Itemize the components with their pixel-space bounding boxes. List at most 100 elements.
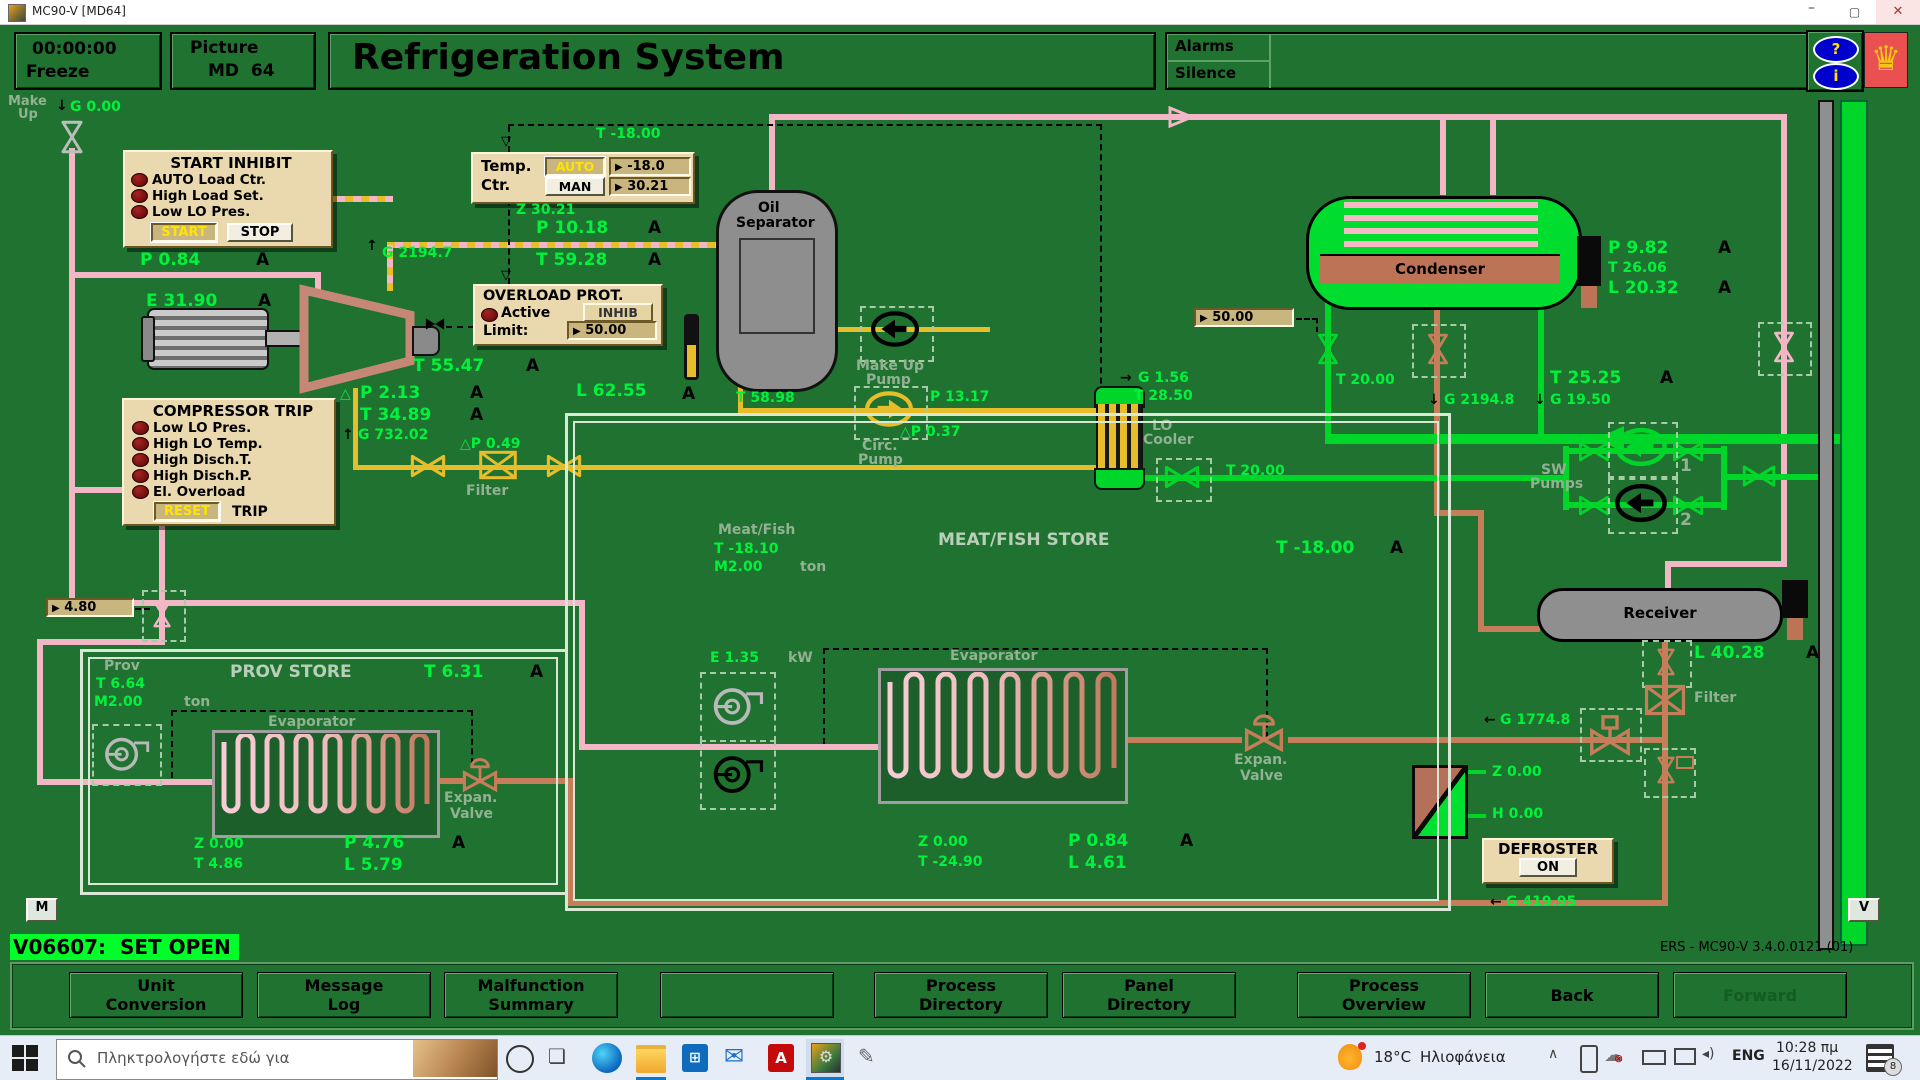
receiver-label: Receiver	[1623, 604, 1696, 622]
ctl-arrow1: ▽	[501, 134, 511, 149]
nav-message-log[interactable]: MessageLog	[257, 972, 431, 1018]
sw-valve-2a[interactable]	[1578, 495, 1610, 516]
oil-filter[interactable]	[477, 450, 519, 480]
cap-setpoint-field[interactable]: ▶ 30.21	[609, 177, 691, 196]
info-icon[interactable]: i	[1813, 63, 1859, 90]
defrost-h: H 0.00	[1492, 806, 1543, 822]
tray-time[interactable]: 10:28 πμ	[1776, 1040, 1838, 1056]
condenser-label: Condenser	[1395, 260, 1485, 278]
reset-button[interactable]: RESET	[154, 502, 220, 521]
nav-malfunction-summary[interactable]: MalfunctionSummary	[444, 972, 618, 1018]
prov-evap-level: L 5.79	[344, 855, 403, 875]
minimize-button[interactable]: –	[1790, 0, 1833, 24]
start-button[interactable]	[12, 1045, 38, 1071]
oil-level-mode: A	[682, 384, 695, 404]
acrobat-icon[interactable]: A	[768, 1044, 794, 1072]
remote-setpoint: T -18.00	[596, 126, 661, 142]
mf-fan-2[interactable]	[708, 748, 764, 796]
notification-badge: 8	[1884, 1058, 1902, 1076]
nav-process-overview[interactable]: ProcessOverview	[1297, 972, 1471, 1018]
overload-limit-field[interactable]: ▶ 50.00	[567, 321, 657, 340]
liquid-motor-valve[interactable]	[1588, 714, 1632, 756]
weather-desc[interactable]: Ηλιοφάνεια	[1420, 1048, 1506, 1066]
tray-network-icon[interactable]	[1674, 1048, 1696, 1065]
compressor[interactable]	[298, 284, 416, 394]
weather-alert-dot	[1358, 1042, 1366, 1050]
v-button[interactable]: V	[1848, 898, 1880, 922]
sw-pump-2[interactable]	[1614, 482, 1668, 524]
tray-battery-icon[interactable]	[1642, 1050, 1666, 1065]
makeup-pump[interactable]	[870, 310, 920, 348]
alarms-label[interactable]: Alarms	[1175, 37, 1234, 55]
sw-out-valve[interactable]	[1742, 464, 1776, 488]
defroster-on-button[interactable]: ON	[1519, 858, 1577, 877]
sw-valve-1a[interactable]	[1578, 441, 1610, 462]
help-icon[interactable]: ?	[1813, 36, 1859, 63]
screen: { "window": {"title": "MC90-V [MD64]", "…	[0, 0, 1920, 1080]
oil-press: P 13.17	[930, 389, 989, 405]
mail-icon[interactable]: ✉	[724, 1042, 744, 1070]
taskbar: Πληκτρολογήστε εδώ για ❏ ⊞ ✉ A ⚙ ✎ 18°C …	[0, 1035, 1920, 1080]
tray-date[interactable]: 16/11/2022	[1772, 1058, 1853, 1074]
nav-panel-directory[interactable]: PanelDirectory	[1062, 972, 1236, 1018]
picture-number: MD 64	[208, 61, 275, 81]
prov-expansion-valve[interactable]	[458, 756, 502, 792]
temp-setpoint-field[interactable]: ▶ -18.0	[609, 157, 691, 176]
nav-unit-conversion[interactable]: UnitConversion	[69, 972, 243, 1018]
store-icon[interactable]: ⊞	[682, 1044, 708, 1072]
led-low-lo-pres	[131, 205, 148, 219]
prov-setpoint-field[interactable]: ▶ 4.80	[46, 598, 134, 617]
silence-button[interactable]: Silence	[1175, 64, 1236, 82]
file-explorer-icon[interactable]	[636, 1045, 666, 1073]
nav-process-directory[interactable]: ProcessDirectory	[874, 972, 1048, 1018]
weather-temp[interactable]: 18°C	[1374, 1048, 1411, 1066]
mc90-app-icon[interactable]: ⚙	[806, 1039, 844, 1078]
sw-cond-valve[interactable]	[1309, 333, 1347, 365]
suction-pressure: P 0.84	[140, 250, 200, 270]
receiver-gauge-brown	[1787, 618, 1803, 640]
cond-liq-valve[interactable]	[1419, 333, 1457, 365]
mf-expansion-valve[interactable]	[1240, 712, 1288, 752]
task-view-icon[interactable]: ❏	[548, 1044, 566, 1068]
start-button[interactable]: START	[151, 223, 217, 242]
tray-onedrive-icon[interactable]: ☁⊗	[1604, 1044, 1623, 1066]
m-button[interactable]: M	[26, 898, 58, 922]
receiver-body: Receiver	[1537, 588, 1783, 642]
compressor-trip-title: COMPRESSOR TRIP	[132, 402, 334, 420]
tray-phone-icon[interactable]	[1580, 1045, 1598, 1073]
close-button[interactable]: ✕	[1876, 0, 1920, 24]
cond-temp: T 26.06	[1608, 260, 1667, 276]
prov-mass: M2.00	[94, 694, 142, 710]
prov-fan[interactable]	[100, 730, 150, 774]
tool-app-icon[interactable]: ✎	[858, 1044, 875, 1068]
mf-store-title: MEAT/FISH STORE	[938, 530, 1110, 550]
prov-temp-sp-mode: A	[530, 662, 543, 682]
disch-press: P 10.18	[536, 218, 608, 238]
inhib-button[interactable]: INHIB	[583, 303, 653, 322]
nav-back[interactable]: Back	[1485, 972, 1659, 1018]
tray-language[interactable]: ENG	[1732, 1048, 1765, 1064]
receiver-out-valve[interactable]	[1648, 648, 1684, 676]
cond-press-mode: A	[1718, 238, 1731, 258]
mf-fan-1[interactable]	[708, 680, 764, 728]
oil-valve-1[interactable]	[410, 453, 446, 479]
stop-button[interactable]: STOP	[227, 223, 293, 242]
search-box[interactable]: Πληκτρολογήστε εδώ για	[56, 1039, 498, 1080]
cortana-icon[interactable]	[506, 1045, 534, 1073]
liquid-filter[interactable]	[1644, 684, 1686, 716]
tray-chevron-icon[interactable]: ∧	[1548, 1046, 1558, 1062]
makeup-hand-valve[interactable]	[55, 120, 89, 154]
sw-setpoint-field[interactable]: ▶ 50.00	[1194, 308, 1294, 327]
nav-forward[interactable]: Forward	[1673, 972, 1847, 1018]
search-highlight-image[interactable]	[413, 1040, 497, 1077]
equalize-valve[interactable]	[1765, 331, 1803, 363]
edge-icon[interactable]	[592, 1043, 622, 1073]
sw-pump-1[interactable]	[1614, 426, 1668, 468]
mf-mass-unit: ton	[800, 559, 826, 575]
cond-sw-temp-out-mode: A	[1660, 368, 1673, 388]
maximize-button[interactable]: ▢	[1833, 0, 1876, 24]
tray-volume-icon[interactable]: ◂)	[1702, 1046, 1715, 1062]
auto-button[interactable]: AUTO	[545, 157, 605, 176]
prov-suction-valve[interactable]	[144, 600, 180, 628]
man-button[interactable]: MAN	[545, 177, 605, 196]
